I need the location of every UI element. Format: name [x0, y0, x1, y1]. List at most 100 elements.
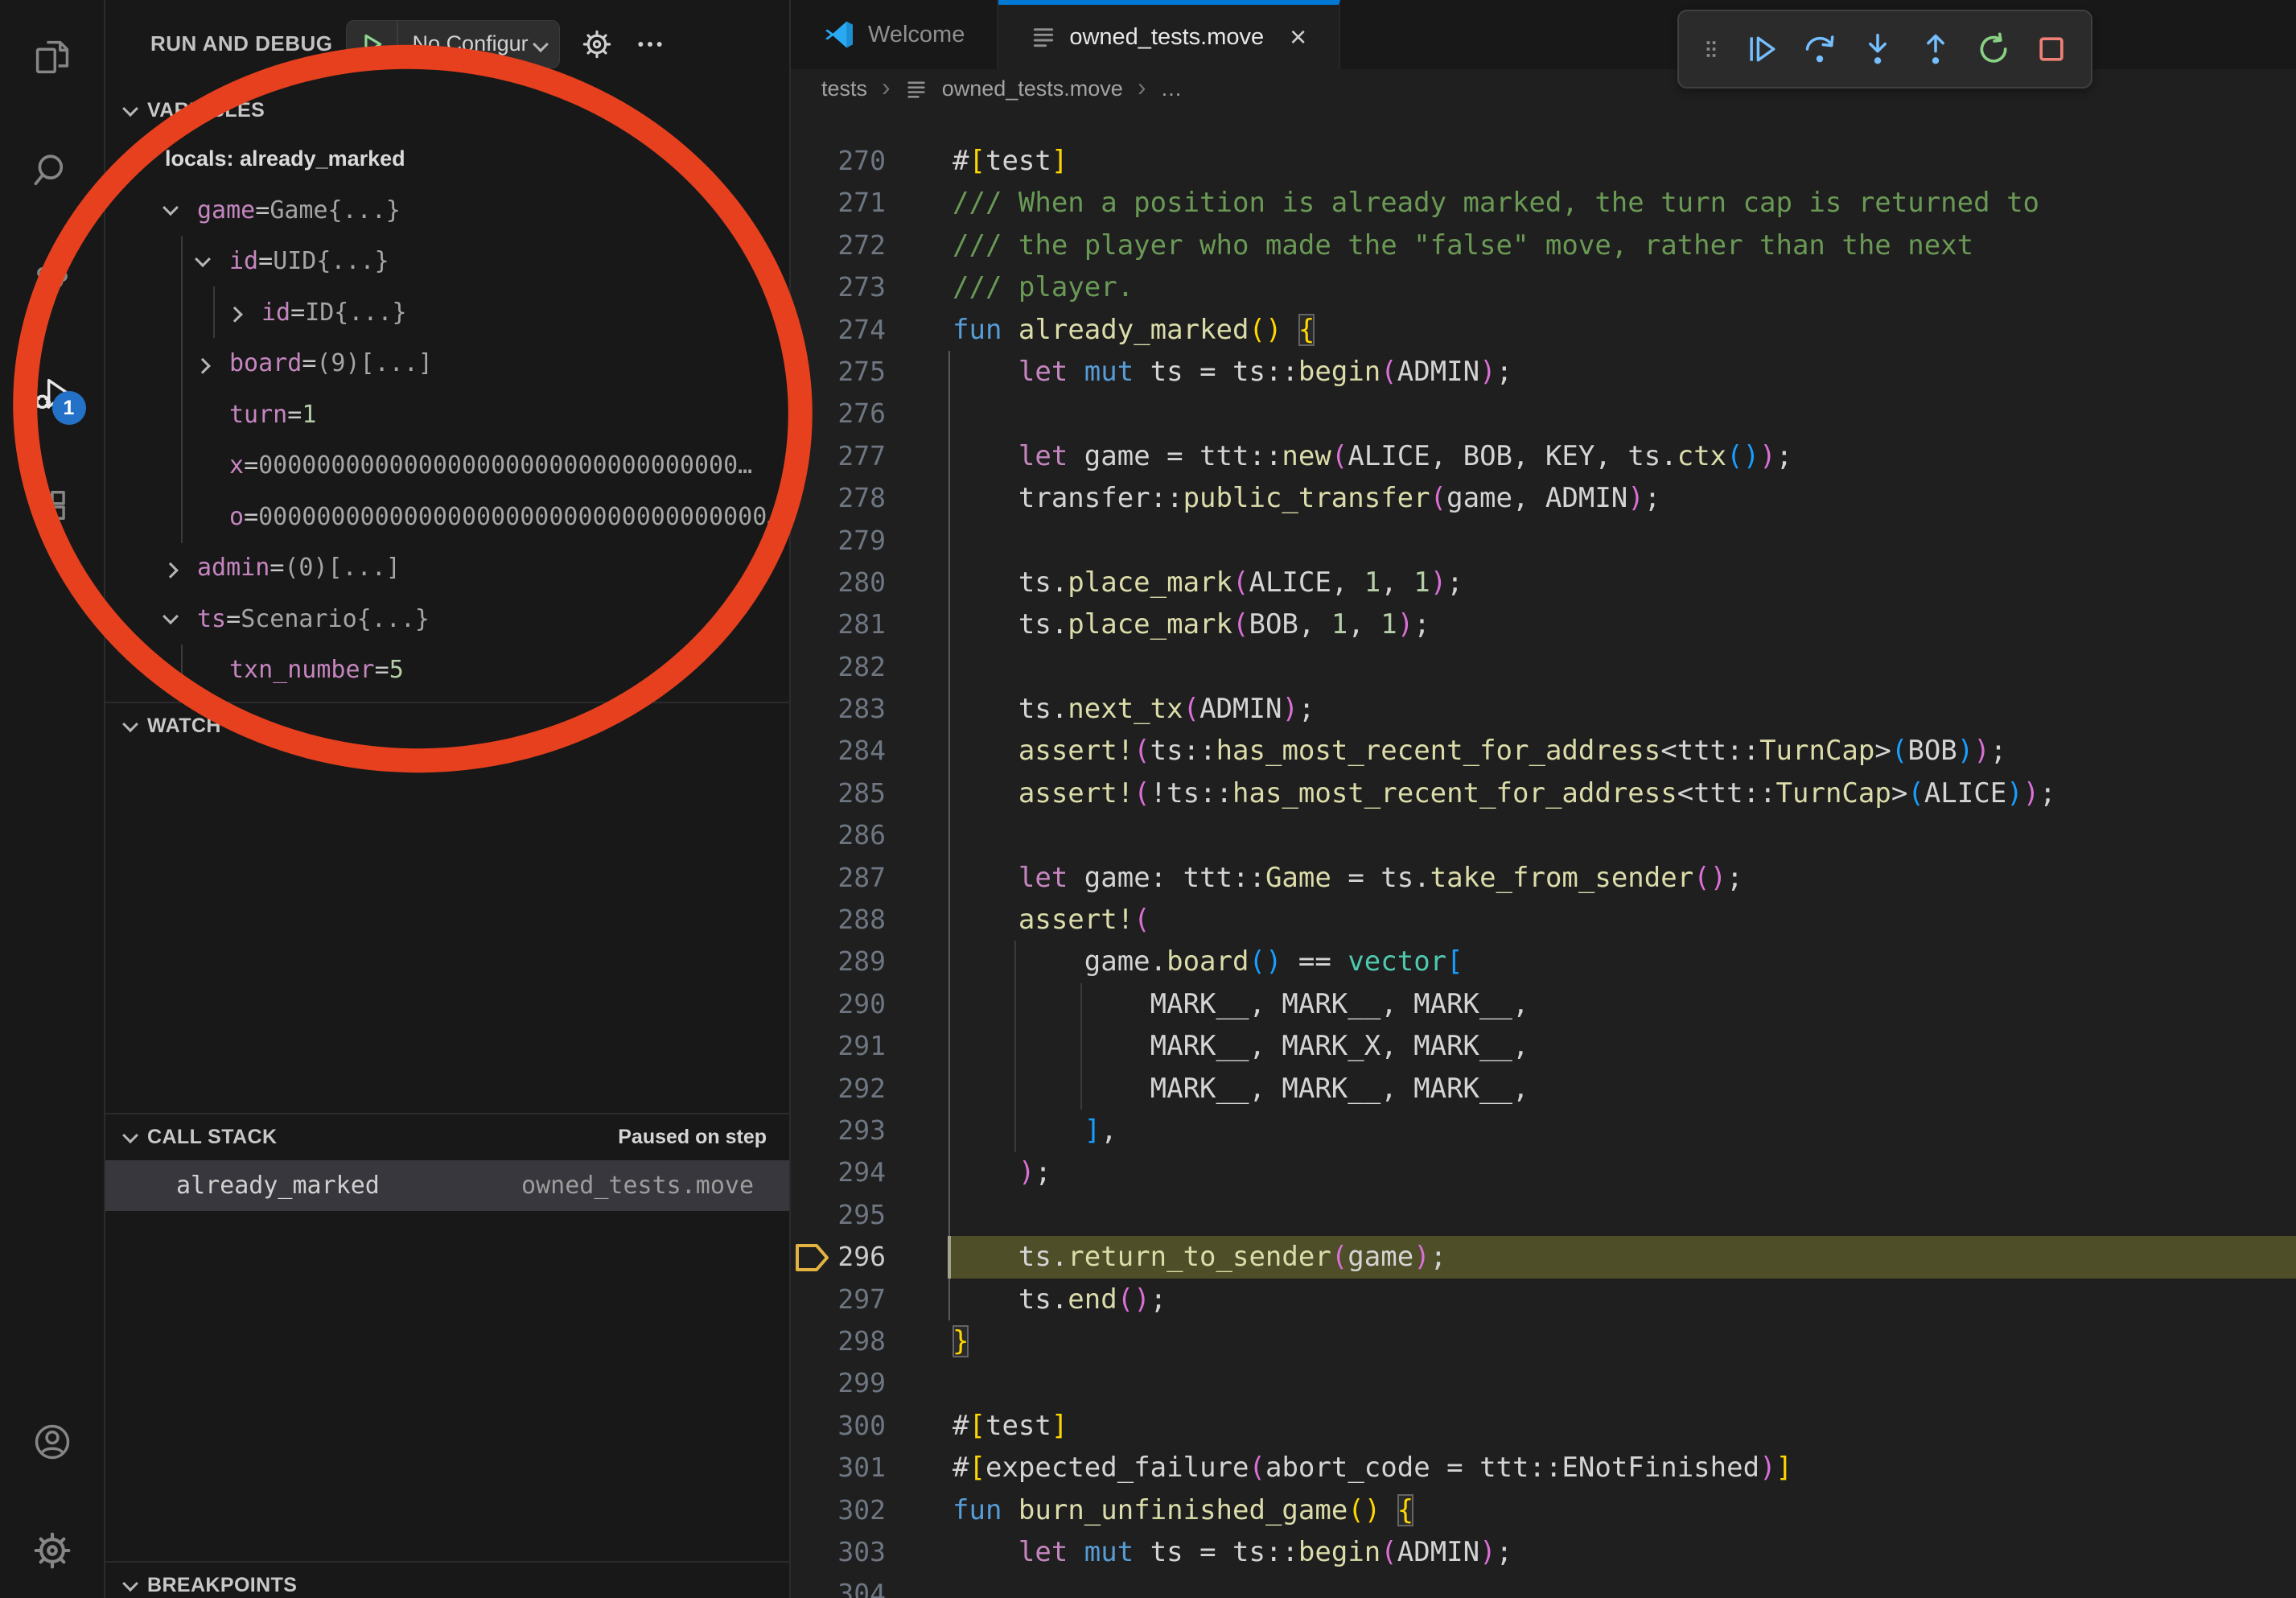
code-text[interactable]: let game: ttt::Game = ts.take_from_sende…	[953, 857, 1743, 899]
line-number[interactable]: 284	[834, 730, 886, 772]
gutter-glyph-margin[interactable]	[791, 1068, 834, 1110]
step-over-icon[interactable]	[1800, 30, 1839, 68]
more-actions-icon[interactable]	[634, 28, 666, 60]
line-number[interactable]: 275	[834, 351, 886, 393]
line-number[interactable]: 277	[834, 435, 886, 477]
code-line[interactable]: 302 fun burn_unfinished_game() {	[791, 1489, 2296, 1531]
line-number[interactable]: 272	[834, 224, 886, 266]
variable-row[interactable]: o = 00000000000000000000000000000000000…	[105, 492, 789, 543]
code-text[interactable]: #[expected_failure(abort_code = ttt::ENo…	[953, 1447, 1792, 1489]
line-number[interactable]: 302	[834, 1489, 886, 1531]
line-number[interactable]: 279	[834, 520, 886, 562]
code-text[interactable]: ],	[953, 1110, 1117, 1151]
search-icon[interactable]	[31, 150, 73, 192]
step-into-icon[interactable]	[1858, 30, 1897, 68]
gutter-glyph-margin[interactable]	[791, 603, 834, 645]
code-text[interactable]: assert!(!ts::has_most_recent_for_address…	[953, 772, 2056, 814]
code-text[interactable]: }	[953, 1320, 969, 1362]
restart-icon[interactable]	[1974, 30, 2013, 68]
gutter-glyph-margin[interactable]	[791, 351, 834, 393]
code-text[interactable]: /// player.	[953, 266, 1134, 308]
gutter-glyph-margin[interactable]	[791, 941, 834, 982]
gutter-glyph-margin[interactable]	[791, 772, 834, 814]
line-number[interactable]: 283	[834, 688, 886, 730]
code-text[interactable]: #[test]	[953, 1405, 1068, 1447]
code-line[interactable]: 294 );	[791, 1151, 2296, 1193]
gutter-glyph-margin[interactable]	[791, 1489, 834, 1531]
gutter-glyph-margin[interactable]	[791, 1025, 834, 1067]
gutter-glyph-margin[interactable]	[791, 309, 834, 351]
line-number[interactable]: 282	[834, 646, 886, 688]
line-number[interactable]: 299	[834, 1362, 886, 1404]
line-number[interactable]: 290	[834, 983, 886, 1025]
line-number[interactable]: 288	[834, 899, 886, 941]
code-editor[interactable]: 270#[test]271/// When a position is alre…	[791, 109, 2296, 1598]
gutter-glyph-margin[interactable]	[791, 520, 834, 562]
tab-owned-tests-move[interactable]: owned_tests.move ×	[998, 0, 1340, 69]
breadcrumb-item-tests[interactable]: tests	[821, 76, 867, 101]
gutter-glyph-margin[interactable]	[791, 224, 834, 266]
code-text[interactable]: let game = ttt::new(ALICE, BOB, KEY, ts.…	[953, 435, 1792, 477]
line-number[interactable]: 287	[834, 857, 886, 899]
code-line[interactable]: 283 ts.next_tx(ADMIN);	[791, 688, 2296, 730]
gutter-glyph-margin[interactable]	[791, 435, 834, 477]
drag-handle[interactable]	[1699, 30, 1723, 68]
code-line[interactable]: 295	[791, 1194, 2296, 1236]
code-text[interactable]: );	[953, 1151, 1051, 1193]
code-line[interactable]: 300 #[test]	[791, 1405, 2296, 1447]
gutter-glyph-margin[interactable]	[791, 140, 834, 182]
gutter-glyph-margin[interactable]	[791, 857, 834, 899]
gutter-glyph-margin[interactable]	[791, 899, 834, 941]
variable-row[interactable]: locals: already_marked	[105, 134, 789, 185]
variable-row[interactable]: game = Game{...}	[105, 185, 789, 237]
code-text[interactable]: fun burn_unfinished_game() {	[953, 1489, 1413, 1531]
code-text[interactable]: assert!(	[953, 899, 1150, 941]
breadcrumb-item-symbol[interactable]: …	[1160, 76, 1182, 101]
variable-row[interactable]: board = (9)[...]	[105, 338, 789, 389]
gutter-glyph-margin[interactable]	[791, 983, 834, 1025]
gutter-glyph-margin[interactable]	[791, 1573, 834, 1598]
line-number[interactable]: 280	[834, 562, 886, 603]
line-number[interactable]: 298	[834, 1320, 886, 1362]
gutter-glyph-margin[interactable]	[791, 1405, 834, 1447]
line-number[interactable]: 274	[834, 309, 886, 351]
gear-icon[interactable]	[581, 28, 613, 60]
gutter-glyph-margin[interactable]	[791, 266, 834, 308]
close-icon[interactable]: ×	[1290, 23, 1306, 51]
code-line[interactable]: 282	[791, 646, 2296, 688]
code-line[interactable]: 273/// player.	[791, 266, 2296, 308]
gutter-glyph-margin[interactable]	[791, 562, 834, 603]
chevron-right-icon[interactable]	[165, 562, 197, 574]
step-out-icon[interactable]	[1916, 30, 1955, 68]
code-text[interactable]: ts.place_mark(BOB, 1, 1);	[953, 603, 1430, 645]
variable-row[interactable]: turn = 1	[105, 389, 789, 441]
code-text[interactable]: ts.place_mark(ALICE, 1, 1);	[953, 562, 1463, 603]
breadcrumb-item-file[interactable]: owned_tests.move	[942, 76, 1123, 101]
gutter-glyph-margin[interactable]	[791, 1194, 834, 1236]
gutter-glyph-margin[interactable]	[791, 1362, 834, 1404]
gutter-glyph-margin[interactable]	[791, 646, 834, 688]
code-text[interactable]: MARK__, MARK__, MARK__,	[953, 983, 1529, 1025]
gutter-glyph-margin[interactable]	[791, 1320, 834, 1362]
line-number[interactable]: 293	[834, 1110, 886, 1151]
line-number[interactable]: 297	[834, 1279, 886, 1320]
variable-row[interactable]: ts = Scenario{...}	[105, 594, 789, 645]
gutter-glyph-margin[interactable]	[791, 1279, 834, 1320]
line-number[interactable]: 276	[834, 393, 886, 435]
code-line[interactable]: 292 MARK__, MARK__, MARK__,	[791, 1068, 2296, 1110]
line-number[interactable]: 304	[834, 1573, 886, 1598]
code-text[interactable]: /// the player who made the "false" move…	[953, 224, 1973, 266]
line-number[interactable]: 296	[834, 1236, 886, 1278]
line-number[interactable]: 300	[834, 1405, 886, 1447]
debug-config-dropdown[interactable]: No Configur	[346, 20, 560, 68]
code-line[interactable]: 276	[791, 393, 2296, 435]
line-number[interactable]: 303	[834, 1531, 886, 1573]
code-text[interactable]: ts.next_tx(ADMIN);	[953, 688, 1315, 730]
line-number[interactable]: 285	[834, 772, 886, 814]
call-stack-header[interactable]: CALL STACK Paused on step	[105, 1114, 789, 1160]
call-stack-frame[interactable]: already_marked owned_tests.move	[105, 1160, 789, 1211]
gutter-glyph-margin[interactable]	[791, 477, 834, 519]
code-line[interactable]: 289 game.board() == vector[	[791, 941, 2296, 982]
code-line[interactable]: 297 ts.end();	[791, 1279, 2296, 1320]
code-line[interactable]: 290 MARK__, MARK__, MARK__,	[791, 983, 2296, 1025]
